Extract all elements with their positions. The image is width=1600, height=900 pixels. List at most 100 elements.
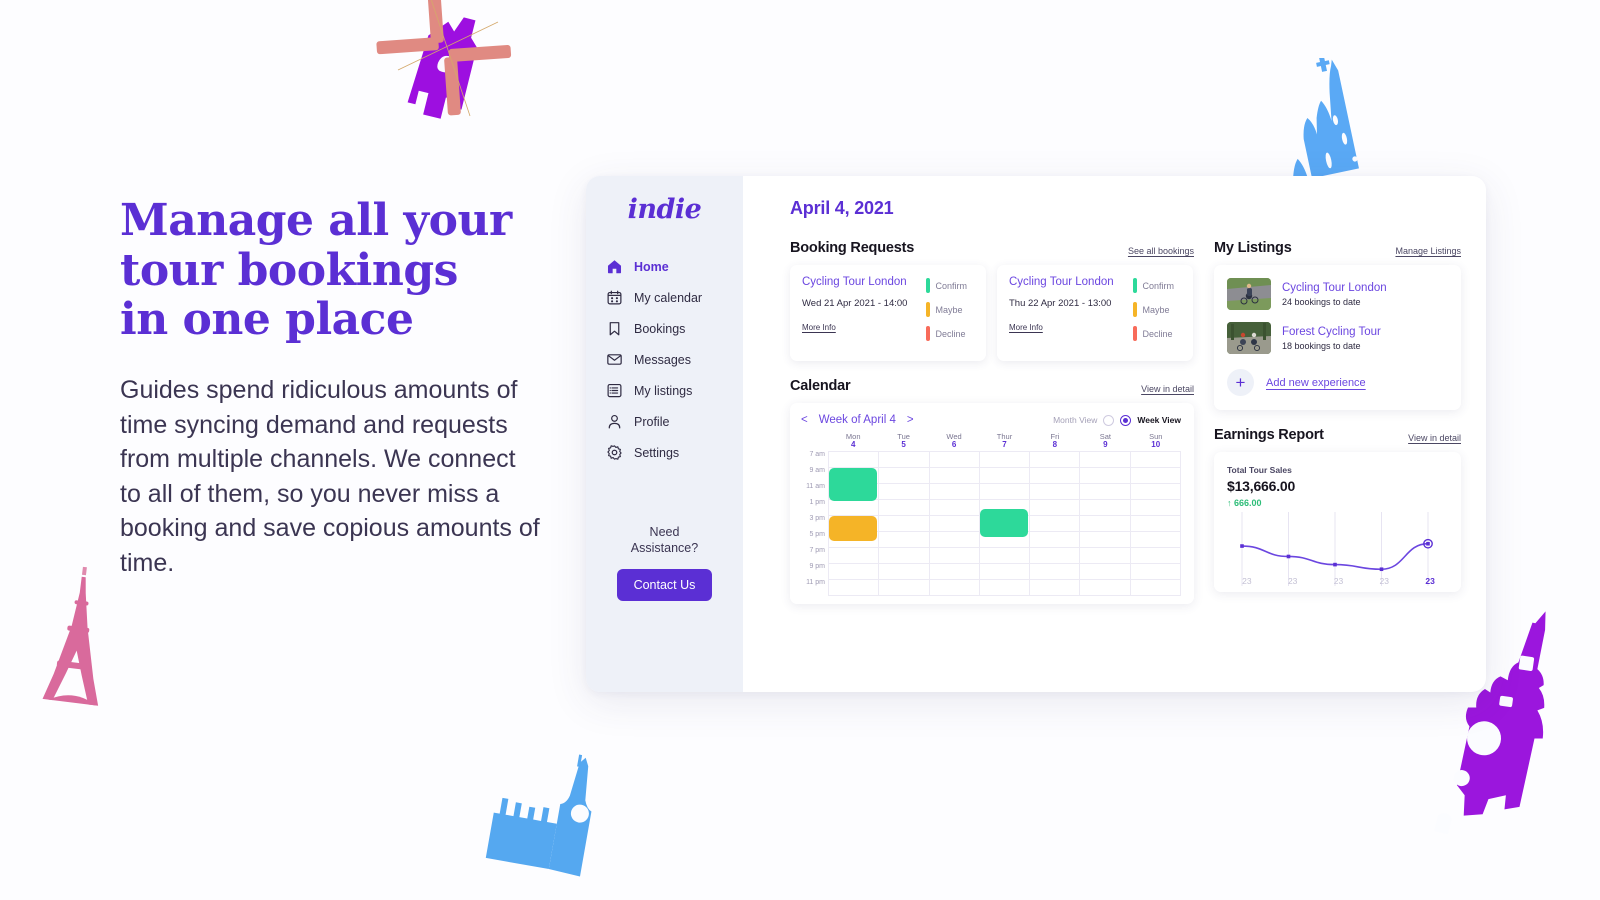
sidebar-item-profile[interactable]: Profile (606, 406, 743, 437)
day-number: 5 (901, 439, 906, 449)
headline-line-1: Manage all your (120, 195, 512, 246)
decline-action[interactable]: Decline (1133, 326, 1187, 341)
x-tick-label-active: 23 (1425, 576, 1435, 586)
add-new-experience-row[interactable]: + Add new experience (1227, 369, 1448, 396)
x-tick-label: 23 (1242, 576, 1252, 586)
time-label: 11 pm (806, 579, 825, 586)
week-view-label: Week View (1137, 415, 1181, 425)
prev-week-button[interactable]: < (801, 414, 808, 426)
marketing-copy: Manage all your tour bookings in one pla… (120, 196, 540, 580)
my-listings-card: Cycling Tour London 24 bookings to date (1214, 265, 1461, 410)
calendar-day-column[interactable] (1030, 452, 1081, 596)
add-new-experience-label[interactable]: Add new experience (1266, 377, 1366, 389)
listing-thumbnail-cycling-tour-london (1227, 278, 1271, 310)
calendar-toolbar: < Week of April 4 > Month View Week View (801, 414, 1181, 426)
listing-item[interactable]: Cycling Tour London 24 bookings to date (1227, 278, 1448, 310)
assistance-block: Need Assistance? Contact Us (586, 524, 743, 601)
listing-item[interactable]: Forest Cycling Tour 18 bookings to date (1227, 322, 1448, 354)
calendar-title: Calendar (790, 378, 851, 394)
maybe-action[interactable]: Maybe (1133, 302, 1187, 317)
earnings-view-in-detail-link[interactable]: View in detail (1408, 433, 1461, 443)
sidebar-item-settings[interactable]: Settings (606, 437, 743, 468)
calendar-section: Calendar View in detail < Week of April … (790, 378, 1194, 604)
calendar-day-column[interactable] (1080, 452, 1131, 596)
chart-data-point (1240, 544, 1244, 548)
chart-data-point (1426, 541, 1430, 546)
main-right-column: My Listings Manage Listings Cycling Tour… (1214, 240, 1461, 604)
manage-listings-link[interactable]: Manage Listings (1395, 246, 1461, 256)
earnings-title: Earnings Report (1214, 427, 1324, 443)
current-date-title: April 4, 2021 (790, 198, 894, 218)
day-header: Tue 5 (878, 433, 928, 451)
day-number: 4 (850, 439, 856, 449)
sidebar-item-label: My listings (634, 383, 693, 398)
confirm-color-bar (1133, 278, 1137, 293)
day-number: 8 (1052, 439, 1058, 449)
person-icon (608, 414, 621, 429)
booking-request-card[interactable]: Cycling Tour London Thu 22 Apr 2021 - 13… (997, 265, 1193, 361)
calendar-event[interactable] (980, 509, 1029, 537)
calendar-event[interactable] (829, 516, 878, 541)
decline-label: Decline (1142, 328, 1173, 339)
confirm-action[interactable]: Confirm (926, 278, 980, 293)
envelope-icon (607, 354, 622, 365)
calendar-day-headers: Mon 4 Tue 5 Wed 6 Thur 7 Fri 8 Sat 9 Sun… (828, 433, 1181, 451)
next-week-button[interactable]: > (907, 414, 914, 426)
sidebar-item-label: Profile (634, 414, 670, 429)
booking-requests-list: Cycling Tour London Wed 21 Apr 2021 - 14… (790, 265, 1194, 361)
month-view-radio[interactable] (1103, 414, 1115, 426)
sidebar-nav: Home My calendar Bookings Messages My li… (586, 251, 743, 468)
gear-icon (607, 445, 622, 460)
calendar-event[interactable] (829, 468, 878, 501)
sidebar-item-my-listings[interactable]: My listings (606, 375, 743, 406)
more-info-link[interactable]: More Info (1009, 323, 1043, 332)
booking-actions: Confirm Maybe Decline (926, 276, 986, 350)
sidebar-item-label: Bookings (634, 321, 686, 336)
time-label: 11 am (806, 483, 825, 490)
week-view-radio[interactable] (1120, 414, 1132, 426)
day-number: 6 (951, 439, 957, 449)
marketing-body-text: Guides spend ridiculous amounts of time … (120, 376, 540, 577)
confirm-label: Confirm (1142, 280, 1175, 291)
calendar-day-column[interactable] (929, 452, 980, 596)
day-header: Thur 7 (979, 433, 1029, 451)
calendar-day-column[interactable] (879, 452, 930, 596)
sidebar: indie Home My calendar Bookings Messages… (586, 176, 743, 692)
maybe-label: Maybe (1142, 304, 1170, 315)
maybe-action[interactable]: Maybe (926, 302, 980, 317)
listing-subtitle: 24 bookings to date (1282, 296, 1361, 307)
listing-title[interactable]: Cycling Tour London (1282, 282, 1387, 294)
time-label: 9 am (809, 467, 825, 474)
calendar-day-column[interactable] (1130, 452, 1181, 596)
sidebar-item-messages[interactable]: Messages (606, 344, 743, 375)
booking-requests-title: Booking Requests (790, 240, 915, 256)
booking-datetime: Thu 22 Apr 2021 - 13:00 (1009, 298, 1112, 309)
indie-logo[interactable]: indie (586, 194, 743, 225)
calendar-week-nav: < Week of April 4 > (801, 414, 914, 426)
page-root: Manage all your tour bookings in one pla… (0, 0, 1600, 900)
headline-line-2: tour bookings (120, 244, 458, 296)
see-all-bookings-link[interactable]: See all bookings (1128, 246, 1194, 256)
plus-icon[interactable]: + (1227, 369, 1254, 396)
sidebar-item-bookings[interactable]: Bookings (606, 313, 743, 344)
maybe-color-bar (926, 302, 930, 317)
chart-data-point (1379, 567, 1384, 572)
booking-request-card[interactable]: Cycling Tour London Wed 21 Apr 2021 - 14… (790, 265, 986, 361)
chart-data-point (1286, 554, 1291, 559)
headline-line-3: in one place (120, 294, 414, 346)
time-label: 3 pm (809, 515, 825, 522)
sidebar-item-label: Messages (634, 352, 691, 367)
time-label: 7 am (809, 451, 825, 458)
sidebar-item-home[interactable]: Home (606, 251, 743, 282)
listing-title[interactable]: Forest Cycling Tour (1282, 326, 1381, 338)
day-header: Mon 4 (828, 433, 878, 451)
contact-us-button[interactable]: Contact Us (616, 568, 713, 601)
sidebar-item-my-calendar[interactable]: My calendar (606, 282, 743, 313)
booking-title: Cycling Tour London (802, 276, 907, 288)
more-info-link[interactable]: More Info (802, 323, 836, 332)
calendar-cells[interactable] (828, 451, 1181, 596)
confirm-action[interactable]: Confirm (1133, 278, 1187, 293)
decline-action[interactable]: Decline (926, 326, 980, 341)
sidebar-item-label: Settings (634, 445, 680, 460)
calendar-view-in-detail-link[interactable]: View in detail (1141, 384, 1194, 394)
